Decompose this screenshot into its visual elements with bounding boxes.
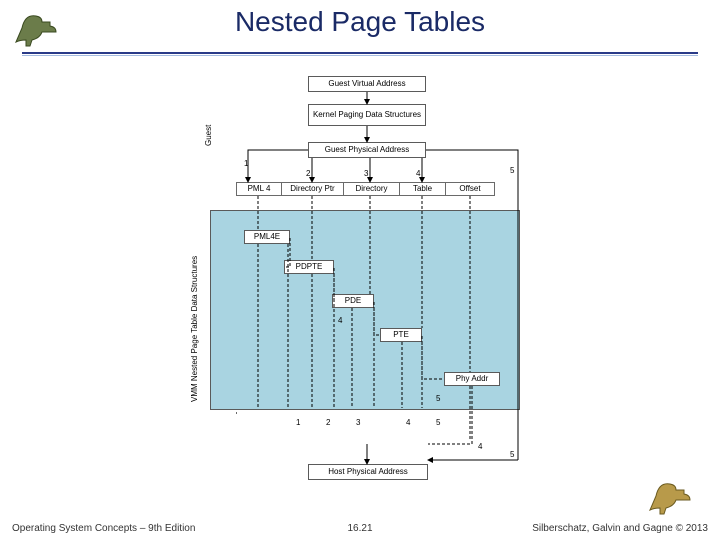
page-title: Nested Page Tables <box>0 6 720 38</box>
loop-4: 4 <box>338 316 342 325</box>
footer: Operating System Concepts – 9th Edition … <box>12 523 708 534</box>
nested-page-tables-diagram: Guest Virtual Address Kernel Paging Data… <box>188 72 548 488</box>
footer-left: Operating System Concepts – 9th Edition <box>12 523 195 534</box>
title-rule-2 <box>22 55 698 56</box>
unum-4: 4 <box>406 418 410 427</box>
tick-1 <box>236 412 281 414</box>
topnum-5: 5 <box>510 166 514 175</box>
vmm-rot-label: VMM Nested Page Table Data Structures <box>190 222 199 402</box>
unum-1: 1 <box>296 418 300 427</box>
rowcell-pml4: PML 4 <box>236 182 281 196</box>
title-rule-1 <box>22 52 698 54</box>
slide: Nested Page Tables Guest Virtual Address… <box>0 0 720 540</box>
rowcell-dirptr: Directory Ptr <box>281 182 343 196</box>
footer-right: Silberschatz, Galvin and Gagne © 2013 <box>532 523 708 534</box>
kernel-paging-structs-box: Kernel Paging Data Structures <box>308 104 426 126</box>
unum-5: 5 <box>436 418 440 427</box>
rowcell-offset: Offset <box>445 182 495 196</box>
guest-physical-address-box: Guest Physical Address <box>308 142 426 158</box>
rowcell-dir: Directory <box>343 182 399 196</box>
stage-phyaddr: Phy Addr <box>444 372 500 386</box>
brnum-5: 5 <box>510 450 514 459</box>
guest-rot-label: Guest <box>204 86 213 146</box>
stage-pte: PTE <box>380 328 422 342</box>
topnum-4: 4 <box>416 169 420 178</box>
topnum-3: 3 <box>364 169 368 178</box>
topnum-1: 1 <box>244 159 248 168</box>
loop-5: 5 <box>436 394 440 403</box>
topnum-2: 2 <box>306 169 310 178</box>
stage-pdpte: PDPTE <box>284 260 334 274</box>
stage-pde: PDE <box>332 294 374 308</box>
unum-2: 2 <box>326 418 330 427</box>
dinosaur-icon <box>646 476 694 516</box>
rowcell-table: Table <box>399 182 445 196</box>
host-physical-address-box: Host Physical Address <box>308 464 428 480</box>
guest-virtual-address-box: Guest Virtual Address <box>308 76 426 92</box>
brnum-4: 4 <box>478 442 482 451</box>
stage-pml4e: PML4E <box>244 230 290 244</box>
unum-3: 3 <box>356 418 360 427</box>
dinosaur-icon <box>12 8 60 48</box>
